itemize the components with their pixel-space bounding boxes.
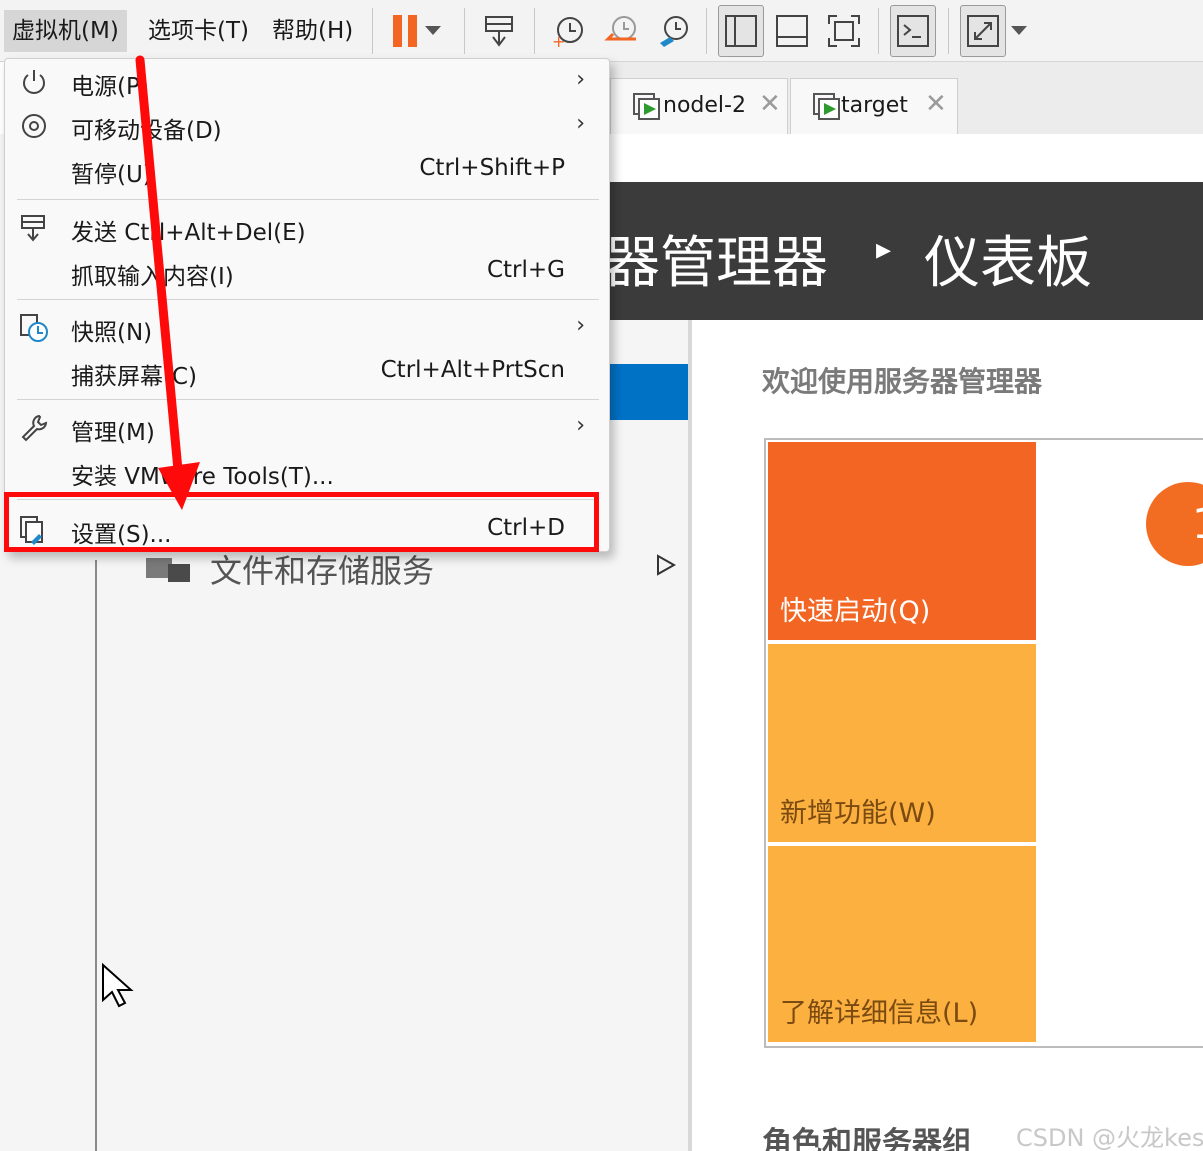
roles-heading: 角色和服务器组 <box>762 1126 972 1151</box>
vm-tab-icon <box>633 93 660 120</box>
quick-start-tile[interactable]: 快速启动(Q) <box>768 442 1036 640</box>
menu-item-label: 发送 Ctrl+Alt+Del(E) <box>71 220 306 246</box>
whats-new-label: 新增功能(W) <box>780 798 936 829</box>
toolbar-separator <box>534 8 535 54</box>
quick-start-label: 快速启动(Q) <box>780 596 931 627</box>
menu-item-label: 快照(N) <box>71 320 153 346</box>
close-tab-icon[interactable]: ✕ <box>925 89 947 119</box>
menu-item-snapshot[interactable]: 快照(N) › <box>5 307 609 351</box>
menu-item-label: 安装 VMware Tools(T)... <box>71 464 334 490</box>
menu-help[interactable]: 帮助(H) <box>264 10 361 52</box>
menu-separator <box>17 199 599 200</box>
menu-item-label: 暂停(U) <box>71 162 152 188</box>
menu-separator <box>17 299 599 300</box>
menu-item-pause[interactable]: 暂停(U) Ctrl+Shift+P <box>5 149 609 193</box>
menu-item-install-vmware-tools[interactable]: 安装 VMware Tools(T)... <box>5 451 609 495</box>
menu-separator <box>17 399 599 400</box>
removable-device-icon <box>22 114 46 138</box>
learn-more-label: 了解详细信息(L) <box>780 998 979 1029</box>
thumbnail-bar-icon[interactable] <box>770 9 814 53</box>
dropdown-arrow-icon[interactable] <box>1004 9 1034 53</box>
toolbar-separator <box>372 8 373 54</box>
submenu-chevron-icon: › <box>576 313 585 338</box>
tab-target[interactable]: target ✕ <box>790 78 958 134</box>
menu-item-label: 管理(M) <box>71 420 155 446</box>
mouse-cursor-icon <box>102 962 134 1008</box>
menu-tabs[interactable]: 选项卡(T) <box>140 10 257 52</box>
wrench-icon <box>21 414 48 442</box>
submenu-chevron-icon: › <box>576 67 585 92</box>
vm-dropdown-menu: 电源(P) › 可移动设备(D) › 暂停(U) Ctrl+Shift+P 发送… <box>4 58 610 552</box>
menu-item-shortcut: Ctrl+Alt+PrtScn <box>380 357 565 383</box>
console-view-icon[interactable] <box>891 9 935 53</box>
menu-item-removable-devices[interactable]: 可移动设备(D) › <box>5 105 609 149</box>
tab-label-nodel-2: nodel-2 <box>663 93 746 118</box>
submenu-chevron-icon: › <box>576 111 585 136</box>
menu-item-label: 可移动设备(D) <box>71 118 222 144</box>
toolbar-separator <box>878 8 879 54</box>
snapshot-manager-icon[interactable] <box>652 9 696 53</box>
vm-tab-strip: nodel-2 ✕ target ✕ <box>600 62 1203 134</box>
menu-item-capture-screen[interactable]: 捕获屏幕(C) Ctrl+Alt+PrtScn <box>5 351 609 395</box>
snapshot-take-icon[interactable]: + <box>546 9 590 53</box>
stretch-guest-icon[interactable] <box>961 9 1005 53</box>
menu-item-grab-input[interactable]: 抓取输入内容(I) Ctrl+G <box>5 251 609 295</box>
selected-nav-item[interactable] <box>600 364 688 420</box>
submenu-chevron-icon: › <box>576 413 585 438</box>
menu-item-label: 抓取输入内容(I) <box>71 264 234 290</box>
breadcrumb-separator-icon: ▸ <box>876 232 892 267</box>
menu-item-manage[interactable]: 管理(M) › <box>5 407 609 451</box>
expand-arrow-icon[interactable] <box>656 554 676 576</box>
menu-item-shortcut: Ctrl+G <box>486 257 565 283</box>
watermark: CSDN @火龙kess <box>1016 1124 1203 1151</box>
power-icon <box>23 70 45 94</box>
tab-nodel-2[interactable]: nodel-2 ✕ <box>610 78 788 134</box>
full-screen-icon[interactable] <box>822 9 866 53</box>
menu-item-power[interactable]: 电源(P) › <box>5 61 609 105</box>
toolbar-separator <box>948 8 949 54</box>
menu-item-shortcut: Ctrl+Shift+P <box>419 155 565 181</box>
menu-item-label: 电源(P) <box>71 74 149 100</box>
toolbar-separator <box>464 8 465 54</box>
send-ctrl-alt-del-icon[interactable] <box>478 9 522 53</box>
toolbar-separator <box>706 8 707 54</box>
annotation-highlight-box <box>4 492 599 552</box>
menu-item-label: 捕获屏幕(C) <box>71 364 198 390</box>
file-storage-icon <box>146 558 190 582</box>
send-keys-icon <box>21 215 45 242</box>
left-border-line <box>95 560 97 1151</box>
close-tab-icon[interactable]: ✕ <box>759 89 781 119</box>
snapshot-revert-icon[interactable] <box>600 9 644 53</box>
dashboard-title-part1: 器管理器 <box>604 231 828 296</box>
library-view-icon[interactable] <box>719 9 763 53</box>
guest-top-strip <box>600 134 1203 182</box>
menu-item-send-ctrl-alt-del[interactable]: 发送 Ctrl+Alt+Del(E) <box>5 207 609 251</box>
menubar: 虚拟机(M) 选项卡(T) 帮助(H) + <box>0 0 1203 62</box>
whats-new-tile[interactable]: 新增功能(W) <box>768 644 1036 842</box>
vm-tab-icon <box>813 93 840 120</box>
dashboard-header: 器管理器 ▸ 仪表板 <box>600 182 1203 320</box>
dashboard-title-part2: 仪表板 <box>924 231 1092 296</box>
learn-more-tile[interactable]: 了解详细信息(L) <box>768 846 1036 1042</box>
dropdown-arrow-icon[interactable] <box>418 9 448 53</box>
welcome-heading: 欢迎使用服务器管理器 <box>762 365 1043 398</box>
menu-vm[interactable]: 虚拟机(M) <box>4 10 127 52</box>
snapshot-icon <box>20 314 48 342</box>
tab-label-target: target <box>841 93 908 118</box>
svg-text:+: + <box>552 32 565 49</box>
